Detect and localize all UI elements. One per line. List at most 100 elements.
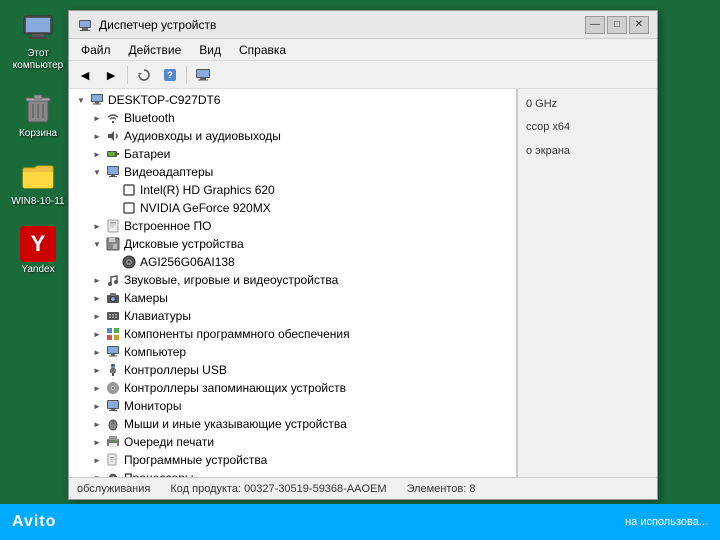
tree-item[interactable]: ► Батареи <box>69 145 516 163</box>
window-title: Диспетчер устройств <box>99 18 585 32</box>
tree-item-label: Дисковые устройства <box>124 237 244 251</box>
tree-item-icon <box>105 146 121 162</box>
desktop-icon-trash[interactable]: Корзина <box>8 90 68 140</box>
close-button[interactable]: ✕ <box>629 16 649 34</box>
tree-expander[interactable]: ► <box>89 294 105 303</box>
desktop-icon-yandex[interactable]: Y Yandex <box>8 226 68 276</box>
yandex-label: Yandex <box>21 264 54 276</box>
tree-expander[interactable]: ▼ <box>89 168 105 177</box>
title-bar: Диспетчер устройств — □ ✕ <box>69 11 657 39</box>
tree-item-icon <box>121 182 137 198</box>
tree-item-icon <box>121 200 137 216</box>
tree-item[interactable]: ► Камеры <box>69 289 516 307</box>
tree-item-label: Компоненты программного обеспечения <box>124 327 350 341</box>
back-button[interactable]: ◄ <box>73 64 97 86</box>
avito-logo: Avito <box>12 513 56 531</box>
tree-expander[interactable]: ► <box>89 366 105 375</box>
tree-item-icon <box>105 380 121 396</box>
menu-help[interactable]: Справка <box>231 41 294 59</box>
window-icon <box>77 17 93 33</box>
minimize-button[interactable]: — <box>585 16 605 34</box>
tree-expander[interactable]: ► <box>89 276 105 285</box>
help-button[interactable]: ? <box>158 64 182 86</box>
tree-item[interactable]: ► Очереди печати <box>69 433 516 451</box>
tree-item-label: Контроллеры запоминающих устройств <box>124 381 346 395</box>
tree-item-icon <box>105 434 121 450</box>
tree-item-icon <box>105 362 121 378</box>
tree-item-icon <box>105 236 121 252</box>
forward-button[interactable]: ► <box>99 64 123 86</box>
tree-item-label: Компьютер <box>124 345 186 359</box>
computer-label: Этот компьютер <box>8 48 68 72</box>
tree-item[interactable]: AGI256G06AI138 <box>69 253 516 271</box>
tree-item-icon <box>105 164 121 180</box>
toolbar: ◄ ► ? <box>69 61 657 89</box>
tree-expander[interactable]: ► <box>89 330 105 339</box>
tree-item[interactable]: Intel(R) HD Graphics 620 <box>69 181 516 199</box>
tree-item-icon <box>105 470 121 477</box>
tree-item[interactable]: ► Компоненты программного обеспечения <box>69 325 516 343</box>
tree-item-icon <box>105 110 121 126</box>
status-elements: Элементов: 8 <box>407 483 476 495</box>
tree-panel[interactable]: ▼DESKTOP-C927DT6►Bluetooth►Аудиовходы и … <box>69 89 517 477</box>
tree-expander[interactable]: ▼ <box>73 96 89 105</box>
tree-item[interactable]: ►Bluetooth <box>69 109 516 127</box>
info-row-2: ссор x64 <box>526 120 649 135</box>
tree-expander[interactable]: ► <box>89 420 105 429</box>
tree-expander[interactable]: ► <box>89 132 105 141</box>
tree-item-icon <box>105 290 121 306</box>
tree-item-label: Батареи <box>124 147 170 161</box>
tree-item-icon <box>105 326 121 342</box>
tree-item-label: Очереди печати <box>124 435 214 449</box>
window-controls: — □ ✕ <box>585 16 649 34</box>
tree-item-label: Мониторы <box>124 399 181 413</box>
tree-item[interactable]: ▼Процессоры <box>69 469 516 477</box>
tree-item[interactable]: ►Программные устройства <box>69 451 516 469</box>
desktop-icon-computer[interactable]: Этот компьютер <box>8 10 68 72</box>
tree-item[interactable]: ►Аудиовходы и аудиовыходы <box>69 127 516 145</box>
tree-item-icon <box>105 344 121 360</box>
refresh-button[interactable] <box>132 64 156 86</box>
menu-file[interactable]: Файл <box>73 41 119 59</box>
info-row-3: о экрана <box>526 144 649 159</box>
tree-item[interactable]: ▼DESKTOP-C927DT6 <box>69 91 516 109</box>
tree-expander[interactable]: ► <box>89 348 105 357</box>
menu-action[interactable]: Действие <box>121 41 190 59</box>
tree-expander[interactable]: ► <box>89 402 105 411</box>
tree-item[interactable]: ► Мониторы <box>69 397 516 415</box>
svg-text:?: ? <box>167 70 173 80</box>
tree-expander[interactable]: ► <box>89 312 105 321</box>
tree-item[interactable]: ► Контроллеры запоминающих устройств <box>69 379 516 397</box>
tree-item-icon <box>105 452 121 468</box>
menu-view[interactable]: Вид <box>191 41 229 59</box>
tree-item-label: Камеры <box>124 291 168 305</box>
status-bar: обслуживания Код продукта: 00327-30519-5… <box>69 477 657 499</box>
device-manager-window: Диспетчер устройств — □ ✕ Файл Действие … <box>68 10 658 500</box>
tree-item[interactable]: ►Контроллеры USB <box>69 361 516 379</box>
tree-item-icon <box>105 308 121 324</box>
tree-expander[interactable]: ► <box>89 384 105 393</box>
computer-button[interactable] <box>191 64 215 86</box>
tree-item[interactable]: ►Мыши и иные указывающие устройства <box>69 415 516 433</box>
tree-item-icon <box>105 128 121 144</box>
tree-item[interactable]: ►Звуковые, игровые и видеоустройства <box>69 271 516 289</box>
tree-item[interactable]: ►Клавиатуры <box>69 307 516 325</box>
tree-item-label: Встроенное ПО <box>124 219 211 233</box>
tree-item-icon <box>105 398 121 414</box>
tree-expander[interactable]: ► <box>89 456 105 465</box>
tree-expander[interactable]: ► <box>89 438 105 447</box>
desktop-icon-folder[interactable]: WIN8-10-11 <box>8 158 68 208</box>
tree-expander[interactable]: ► <box>89 222 105 231</box>
tree-expander[interactable]: ► <box>89 150 105 159</box>
tree-item[interactable]: ► Компьютер <box>69 343 516 361</box>
tree-item[interactable]: ▼ Дисковые устройства <box>69 235 516 253</box>
tree-expander[interactable]: ▼ <box>89 240 105 249</box>
tree-expander[interactable]: ► <box>89 114 105 123</box>
maximize-button[interactable]: □ <box>607 16 627 34</box>
tree-item[interactable]: ▼Видеоадаптеры <box>69 163 516 181</box>
avito-bar: Avito на использова... <box>0 504 720 540</box>
trash-label: Корзина <box>19 128 57 140</box>
tree-item[interactable]: ► Встроенное ПО <box>69 217 516 235</box>
tree-item[interactable]: NVIDIA GeForce 920MX <box>69 199 516 217</box>
desktop-icons: Этот компьютер Корзина <box>8 10 68 276</box>
